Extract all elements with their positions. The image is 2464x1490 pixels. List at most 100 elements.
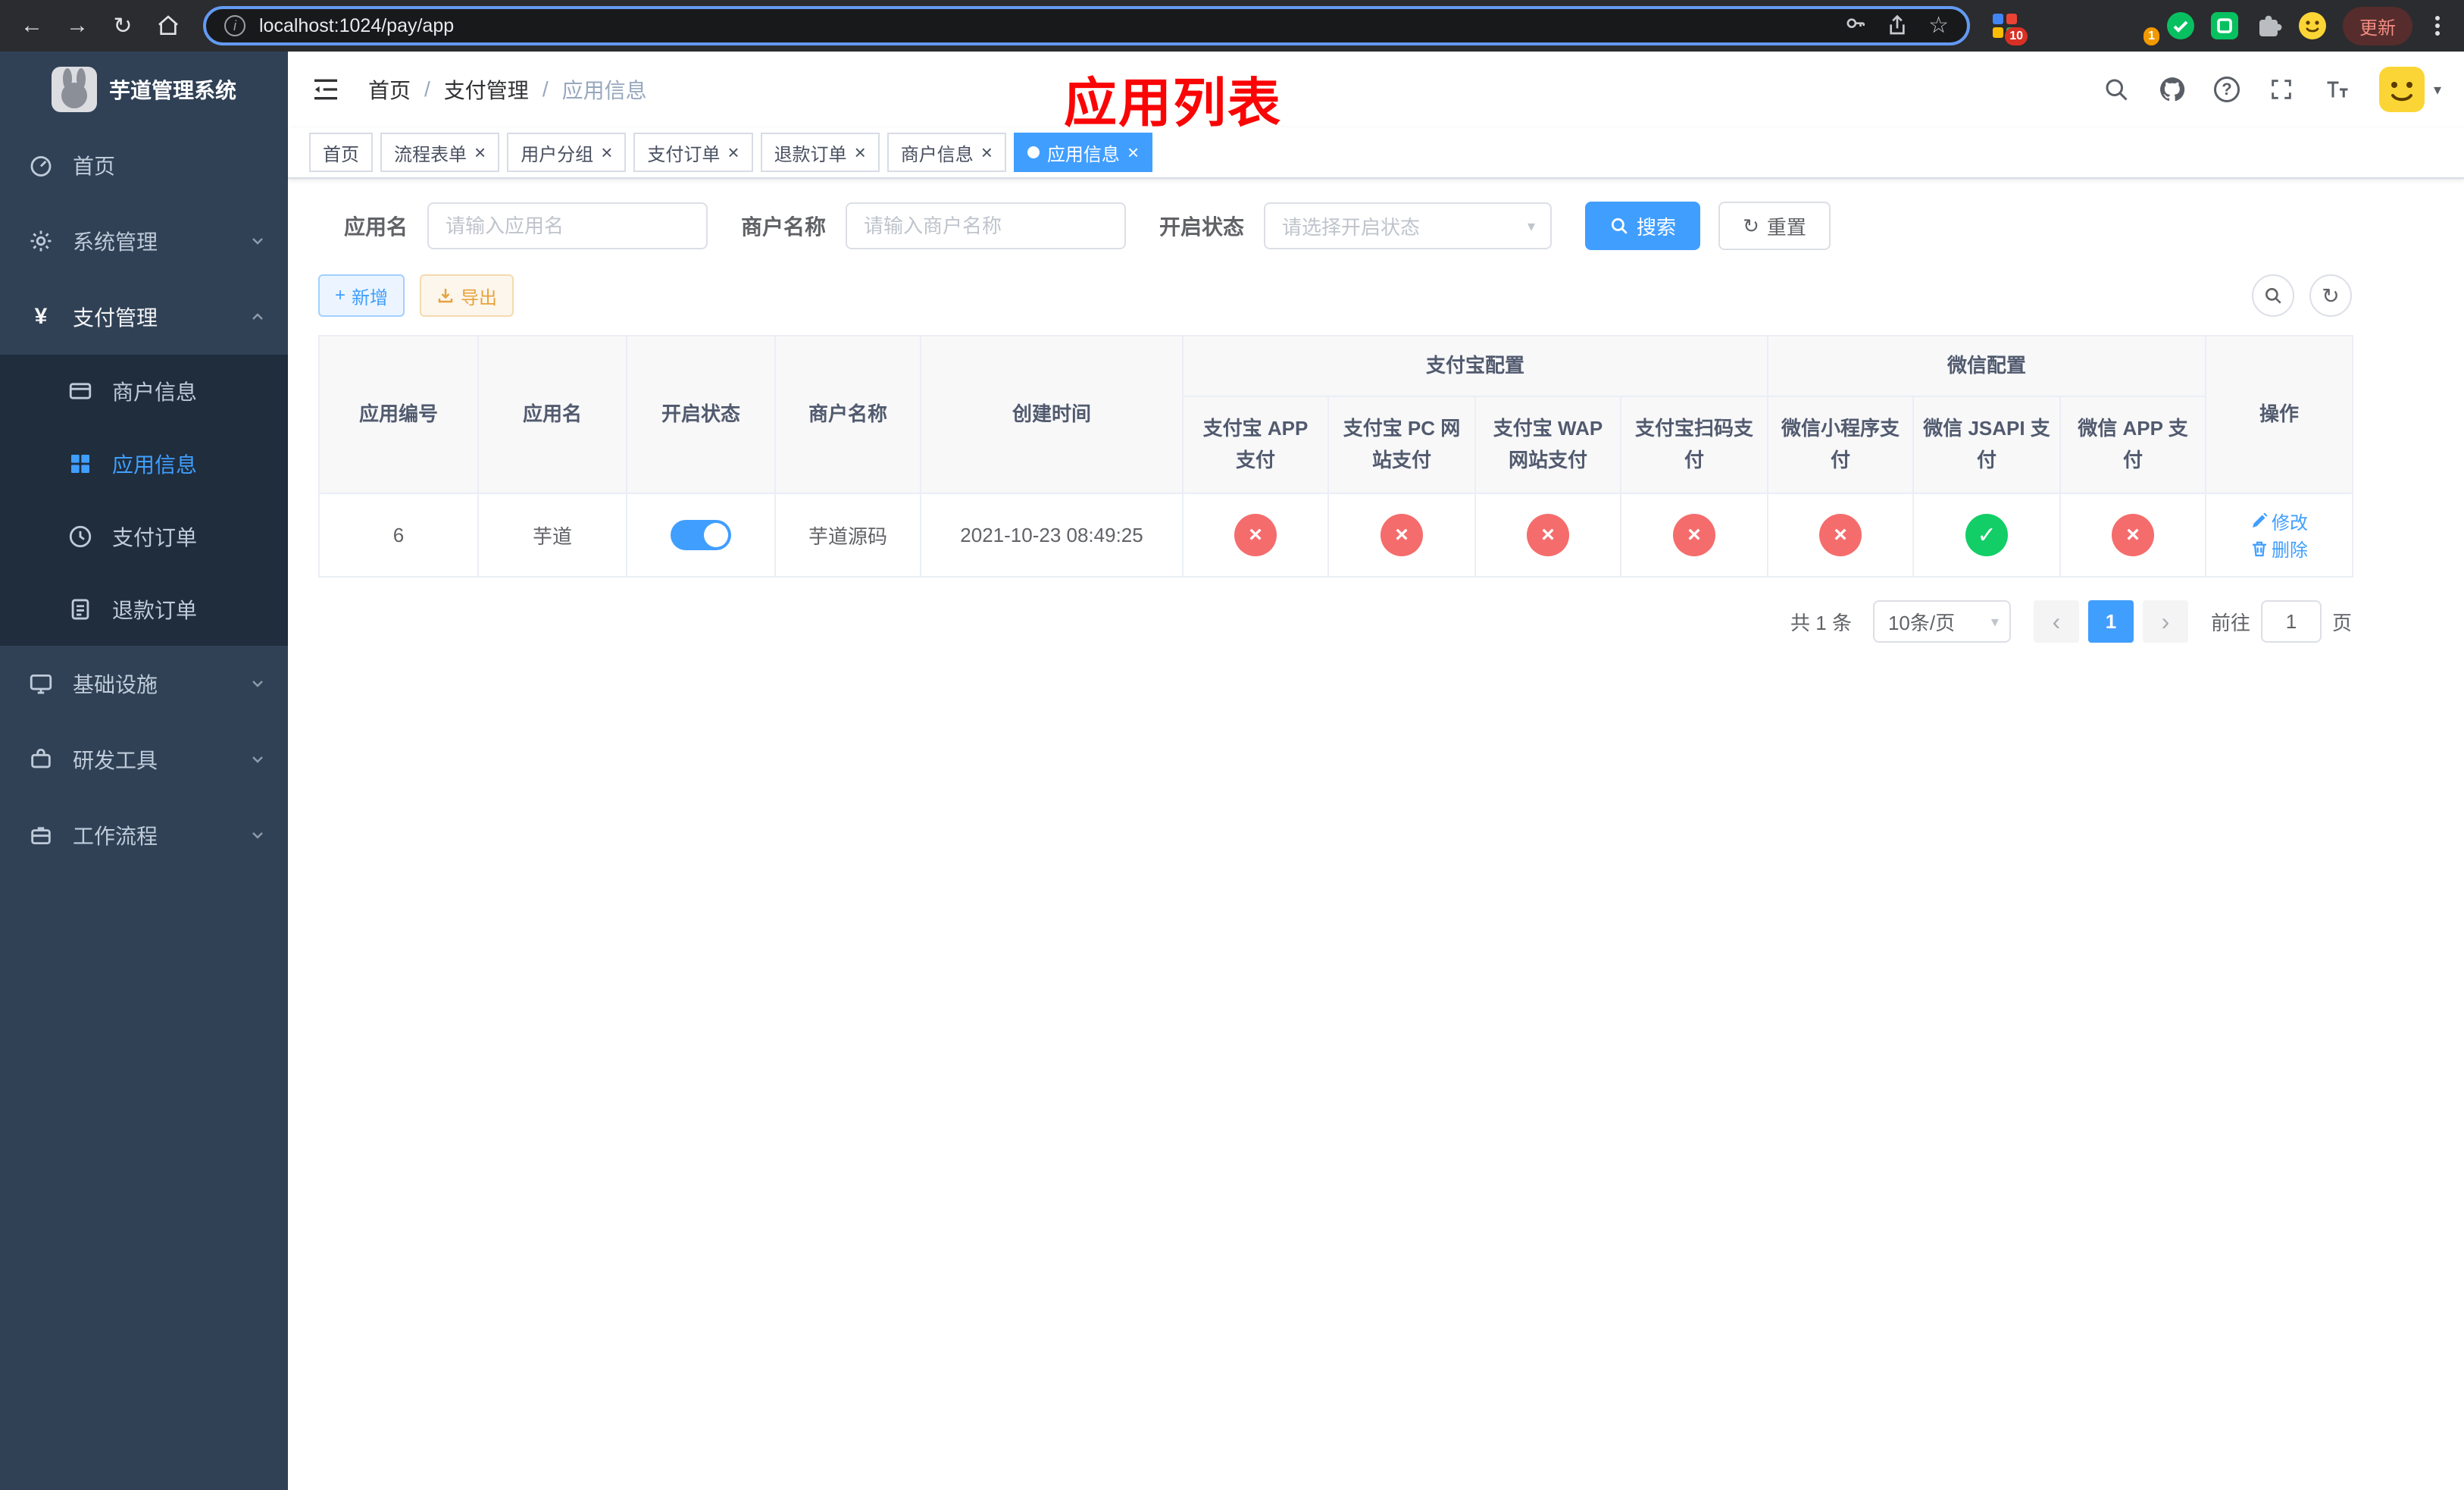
search-button[interactable]: 搜索 <box>1585 202 1701 250</box>
edit-link[interactable]: 修改 <box>2250 508 2308 534</box>
smiley-extension-icon[interactable] <box>2299 12 2326 39</box>
export-button[interactable]: 导出 <box>420 274 514 317</box>
status-toggle[interactable] <box>671 520 731 550</box>
tab-refund-order[interactable]: 退款订单 × <box>760 133 880 172</box>
sidebar-item-label: 首页 <box>73 155 116 178</box>
github-icon[interactable] <box>2158 75 2187 104</box>
chevron-down-icon <box>249 675 267 693</box>
help-icon[interactable]: ? <box>2213 77 2240 102</box>
browser-menu-icon[interactable] <box>2429 13 2446 39</box>
status-select[interactable]: 请选择开启状态 ▾ <box>1264 202 1553 249</box>
tab-app-info[interactable]: 应用信息 × <box>1013 133 1153 172</box>
close-icon[interactable]: × <box>601 142 612 162</box>
col-app-id: 应用编号 <box>318 335 479 494</box>
app-title: 芋道管理系统 <box>108 79 236 102</box>
cell-created-at: 2021-10-23 08:49:25 <box>920 493 1184 578</box>
sidebar-item-payment[interactable]: ¥ 支付管理 <box>0 279 288 355</box>
card-icon <box>67 377 94 405</box>
breadcrumb-separator: / <box>542 77 549 101</box>
tab-label: 商户信息 <box>900 144 974 165</box>
cell-merchant: 芋道源码 <box>774 493 921 578</box>
breadcrumb-home[interactable]: 首页 <box>368 74 411 105</box>
status-label: 开启状态 <box>1159 215 1245 239</box>
close-icon[interactable]: × <box>1127 142 1139 162</box>
edit-link-label: 修改 <box>2272 512 2309 534</box>
goto-label: 前往 <box>2210 611 2250 634</box>
tab-pay-order[interactable]: 支付订单 × <box>633 133 753 172</box>
profile-extension-icon[interactable]: 1 <box>2123 12 2159 45</box>
grid-icon <box>67 450 94 477</box>
chevron-down-icon: ▾ <box>2433 81 2441 99</box>
sidebar-item-label: 退款订单 <box>112 599 198 622</box>
browser-back-icon[interactable]: ← <box>12 6 52 45</box>
tab-label: 用户分组 <box>521 144 594 165</box>
reset-button[interactable]: ↻ 重置 <box>1718 202 1831 250</box>
refresh-table-button[interactable]: ↻ <box>2309 274 2352 317</box>
delete-link[interactable]: 删除 <box>2250 535 2308 562</box>
add-button-label: 新增 <box>352 287 389 308</box>
sidebar-item-pay-order[interactable]: 支付订单 <box>0 500 288 573</box>
reset-button-label: 重置 <box>1766 215 1806 239</box>
password-key-icon[interactable] <box>1843 14 1866 37</box>
sidebar-item-merchant-info[interactable]: 商户信息 <box>0 355 288 427</box>
user-menu[interactable]: ▾ <box>2378 67 2441 112</box>
fullscreen-icon[interactable] <box>2267 75 2296 104</box>
sidebar-collapse-icon[interactable] <box>311 74 341 105</box>
url-text[interactable]: localhost:1024/pay/app <box>259 15 1830 37</box>
top-navbar: 首页 / 支付管理 / 应用信息 ? ▾ <box>288 52 2464 127</box>
app-logo[interactable]: 芋道管理系统 <box>0 52 288 127</box>
goto-page-input[interactable] <box>2260 600 2322 643</box>
toggle-search-button[interactable] <box>2252 274 2294 317</box>
tab-label: 支付订单 <box>647 144 721 165</box>
sidebar-item-refund-order[interactable]: 退款订单 <box>0 573 288 646</box>
wechat-extension-icon[interactable] <box>2167 12 2194 39</box>
col-actions: 操作 <box>2205 335 2354 494</box>
current-page-button[interactable]: 1 <box>2087 600 2134 643</box>
site-info-icon[interactable]: i <box>224 15 245 36</box>
sidebar-item-workflow[interactable]: 工作流程 <box>0 797 288 873</box>
merchant-name-input[interactable] <box>846 202 1127 249</box>
group-alipay-config: 支付宝配置 <box>1181 335 1769 397</box>
close-icon[interactable]: × <box>727 142 739 162</box>
extensions-grid-icon[interactable]: 10 <box>1991 12 2028 45</box>
bookmark-star-icon[interactable]: ☆ <box>1928 14 1949 37</box>
tab-process-form[interactable]: 流程表单 × <box>380 133 500 172</box>
extension-icon[interactable] <box>2079 12 2106 39</box>
font-size-icon[interactable] <box>2323 75 2352 104</box>
sidebar-item-infrastructure[interactable]: 基础设施 <box>0 646 288 722</box>
extension-icon[interactable] <box>2035 12 2062 39</box>
browser-forward-icon[interactable]: → <box>58 6 97 45</box>
sidebar-item-home[interactable]: 首页 <box>0 127 288 203</box>
page-size-select[interactable]: 10条/页 ▾ <box>1872 600 2011 643</box>
browser-home-icon[interactable] <box>149 6 188 45</box>
close-icon[interactable]: × <box>474 142 486 162</box>
devtools-extension-icon[interactable] <box>2211 12 2238 39</box>
puzzle-extension-icon[interactable] <box>2255 12 2282 39</box>
sidebar-item-devtools[interactable]: 研发工具 <box>0 722 288 797</box>
sidebar-item-app-info[interactable]: 应用信息 <box>0 427 288 500</box>
app-name-input[interactable] <box>427 202 708 249</box>
tab-user-group[interactable]: 用户分组 × <box>507 133 627 172</box>
address-bar[interactable]: i localhost:1024/pay/app ☆ <box>203 6 1970 45</box>
tab-home[interactable]: 首页 <box>309 133 373 172</box>
col-alipay-app: 支付宝 APP 支付 <box>1182 396 1329 494</box>
table-row: 6 芋道 芋道源码 2021-10-23 08:49:25 × × × × × … <box>318 493 2354 578</box>
chevron-down-icon <box>249 750 267 768</box>
sidebar-item-label: 商户信息 <box>112 380 198 404</box>
avatar[interactable] <box>2378 67 2425 112</box>
sidebar: 芋道管理系统 首页 系统管理 ¥ 支付管理 商户信息 应用信息 支付订单 退款订… <box>0 52 288 1490</box>
tab-merchant-info[interactable]: 商户信息 × <box>886 133 1006 172</box>
breadcrumb-payment[interactable]: 支付管理 <box>444 74 529 105</box>
col-wechat-app: 微信 APP 支付 <box>2059 396 2207 494</box>
next-page-button[interactable]: › <box>2142 600 2188 643</box>
prev-page-button[interactable]: ‹ <box>2033 600 2079 643</box>
monitor-icon <box>27 670 55 697</box>
add-button[interactable]: + 新增 <box>318 274 405 317</box>
search-icon[interactable] <box>2102 75 2131 104</box>
sidebar-item-system[interactable]: 系统管理 <box>0 203 288 279</box>
browser-update-button[interactable]: 更新 <box>2343 6 2412 45</box>
close-icon[interactable]: × <box>981 142 993 162</box>
share-icon[interactable] <box>1886 14 1909 37</box>
browser-reload-icon[interactable]: ↻ <box>103 6 142 45</box>
close-icon[interactable]: × <box>855 142 866 162</box>
